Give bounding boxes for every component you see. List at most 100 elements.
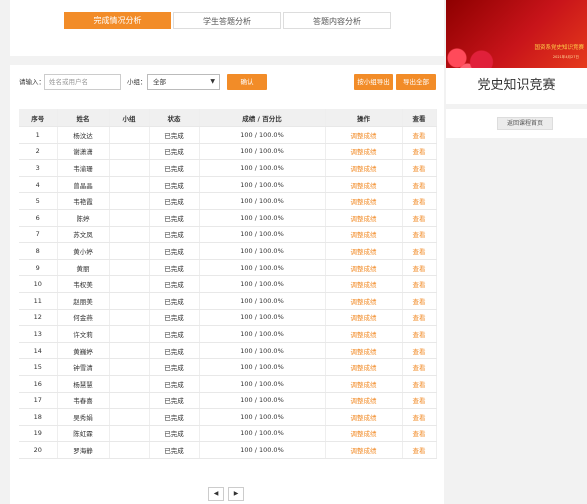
cell-action[interactable]: 调整成绩 [325,176,403,194]
table-row: 20 罗海静 已完成 100 / 100.0% 调整成绩 查看 [19,441,437,459]
cell-view[interactable]: 查看 [402,292,437,310]
cell-view[interactable]: 查看 [402,342,437,360]
cell-action[interactable]: 调整成绩 [325,358,403,376]
search-input[interactable]: 姓名或用户名 [44,74,121,90]
table-row: 3 韦渝珊 已完成 100 / 100.0% 调整成绩 查看 [19,159,437,177]
table-row: 6 陈婷 已完成 100 / 100.0% 调整成绩 查看 [19,209,437,227]
header-action: 操作 [325,109,403,127]
cell-view[interactable]: 查看 [402,325,437,343]
cell-score: 100 / 100.0% [199,275,326,293]
cell-action[interactable]: 调整成绩 [325,126,403,144]
cell-no: 4 [19,176,58,194]
cell-view[interactable]: 查看 [402,192,437,210]
confirm-button[interactable]: 确认 [227,74,267,90]
cell-name: 罗海静 [57,441,110,459]
cell-action[interactable]: 调整成绩 [325,392,403,410]
cell-view[interactable]: 查看 [402,126,437,144]
cell-status: 已完成 [149,375,200,393]
cell-score: 100 / 100.0% [199,259,326,277]
cell-group [109,408,150,426]
cell-view[interactable]: 查看 [402,209,437,227]
cell-action[interactable]: 调整成绩 [325,408,403,426]
cell-view[interactable]: 查看 [402,392,437,410]
header-view: 查看 [402,109,437,127]
cell-score: 100 / 100.0% [199,176,326,194]
cell-name: 黄小婷 [57,242,110,260]
cell-score: 100 / 100.0% [199,242,326,260]
contest-title: 党史知识竞赛 [477,78,556,93]
table-row: 14 黄巍婷 已完成 100 / 100.0% 调整成绩 查看 [19,342,437,360]
cell-action[interactable]: 调整成绩 [325,275,403,293]
search-label: 请输入： [19,78,45,86]
group-select[interactable]: 全部 ▼ [147,74,220,90]
cell-status: 已完成 [149,358,200,376]
header-no: 序号 [19,109,58,127]
banner-title: 国资系党史知识竞赛 [534,45,584,51]
cell-status: 已完成 [149,143,200,161]
export-all-button[interactable]: 导出全部 [396,74,436,90]
cell-status: 已完成 [149,192,200,210]
cell-view[interactable]: 查看 [402,242,437,260]
cell-action[interactable]: 调整成绩 [325,259,403,277]
contest-banner-image: 国资系党史知识竞赛 2021年4月27日 [446,0,587,68]
cell-group [109,325,150,343]
cell-view[interactable]: 查看 [402,176,437,194]
tab-student-answer-analysis[interactable]: 学生答题分析 [173,12,281,29]
cell-action[interactable]: 调整成绩 [325,192,403,210]
cell-group [109,126,150,144]
tab-answer-content-analysis[interactable]: 答题内容分析 [283,12,391,29]
table-row: 15 钟雪清 已完成 100 / 100.0% 调整成绩 查看 [19,358,437,376]
cell-action[interactable]: 调整成绩 [325,226,403,244]
cell-action[interactable]: 调整成绩 [325,143,403,161]
cell-view[interactable]: 查看 [402,259,437,277]
cell-view[interactable]: 查看 [402,309,437,327]
back-panel: 返回课程首页 [446,109,587,138]
cell-action[interactable]: 调整成绩 [325,209,403,227]
cell-no: 2 [19,143,58,161]
cell-view[interactable]: 查看 [402,358,437,376]
cell-view[interactable]: 查看 [402,275,437,293]
cell-no: 8 [19,242,58,260]
cell-name: 钟雪清 [57,358,110,376]
cell-view[interactable]: 查看 [402,159,437,177]
cell-score: 100 / 100.0% [199,143,326,161]
analysis-tabs-panel: 完成情况分析 学生答题分析 答题内容分析 [10,0,444,56]
cell-action[interactable]: 调整成绩 [325,292,403,310]
cell-group [109,259,150,277]
next-page-button[interactable]: ▶ [228,487,244,501]
cell-view[interactable]: 查看 [402,425,437,443]
cell-action[interactable]: 调整成绩 [325,325,403,343]
cell-no: 19 [19,425,58,443]
cell-view[interactable]: 查看 [402,143,437,161]
tab-completion-analysis[interactable]: 完成情况分析 [64,12,171,29]
table-row: 7 苏文凤 已完成 100 / 100.0% 调整成绩 查看 [19,226,437,244]
cell-action[interactable]: 调整成绩 [325,375,403,393]
cell-no: 17 [19,392,58,410]
cell-view[interactable]: 查看 [402,226,437,244]
cell-score: 100 / 100.0% [199,425,326,443]
export-by-group-button[interactable]: 按小组导出 [354,74,393,90]
cell-view[interactable]: 查看 [402,375,437,393]
cell-action[interactable]: 调整成绩 [325,309,403,327]
table-row: 11 赵丽美 已完成 100 / 100.0% 调整成绩 查看 [19,292,437,310]
cell-score: 100 / 100.0% [199,192,326,210]
cell-name: 黄巍婷 [57,342,110,360]
cell-view[interactable]: 查看 [402,441,437,459]
table-row: 4 曾晶晶 已完成 100 / 100.0% 调整成绩 查看 [19,176,437,194]
cell-status: 已完成 [149,176,200,194]
cell-no: 20 [19,441,58,459]
cell-name: 曾晶晶 [57,176,110,194]
cell-no: 12 [19,309,58,327]
cell-action[interactable]: 调整成绩 [325,242,403,260]
cell-name: 赵丽美 [57,292,110,310]
prev-page-button[interactable]: ◀ [208,487,224,501]
cell-action[interactable]: 调整成绩 [325,441,403,459]
cell-action[interactable]: 调整成绩 [325,159,403,177]
cell-action[interactable]: 调整成绩 [325,425,403,443]
banner-date: 2021年4月27日 [552,55,579,59]
header-score: 成绩 / 百分比 [199,109,326,127]
cell-action[interactable]: 调整成绩 [325,342,403,360]
cell-view[interactable]: 查看 [402,408,437,426]
table-row: 1 杨汶达 已完成 100 / 100.0% 调整成绩 查看 [19,126,437,144]
back-to-course-button[interactable]: 返回课程首页 [497,117,553,130]
